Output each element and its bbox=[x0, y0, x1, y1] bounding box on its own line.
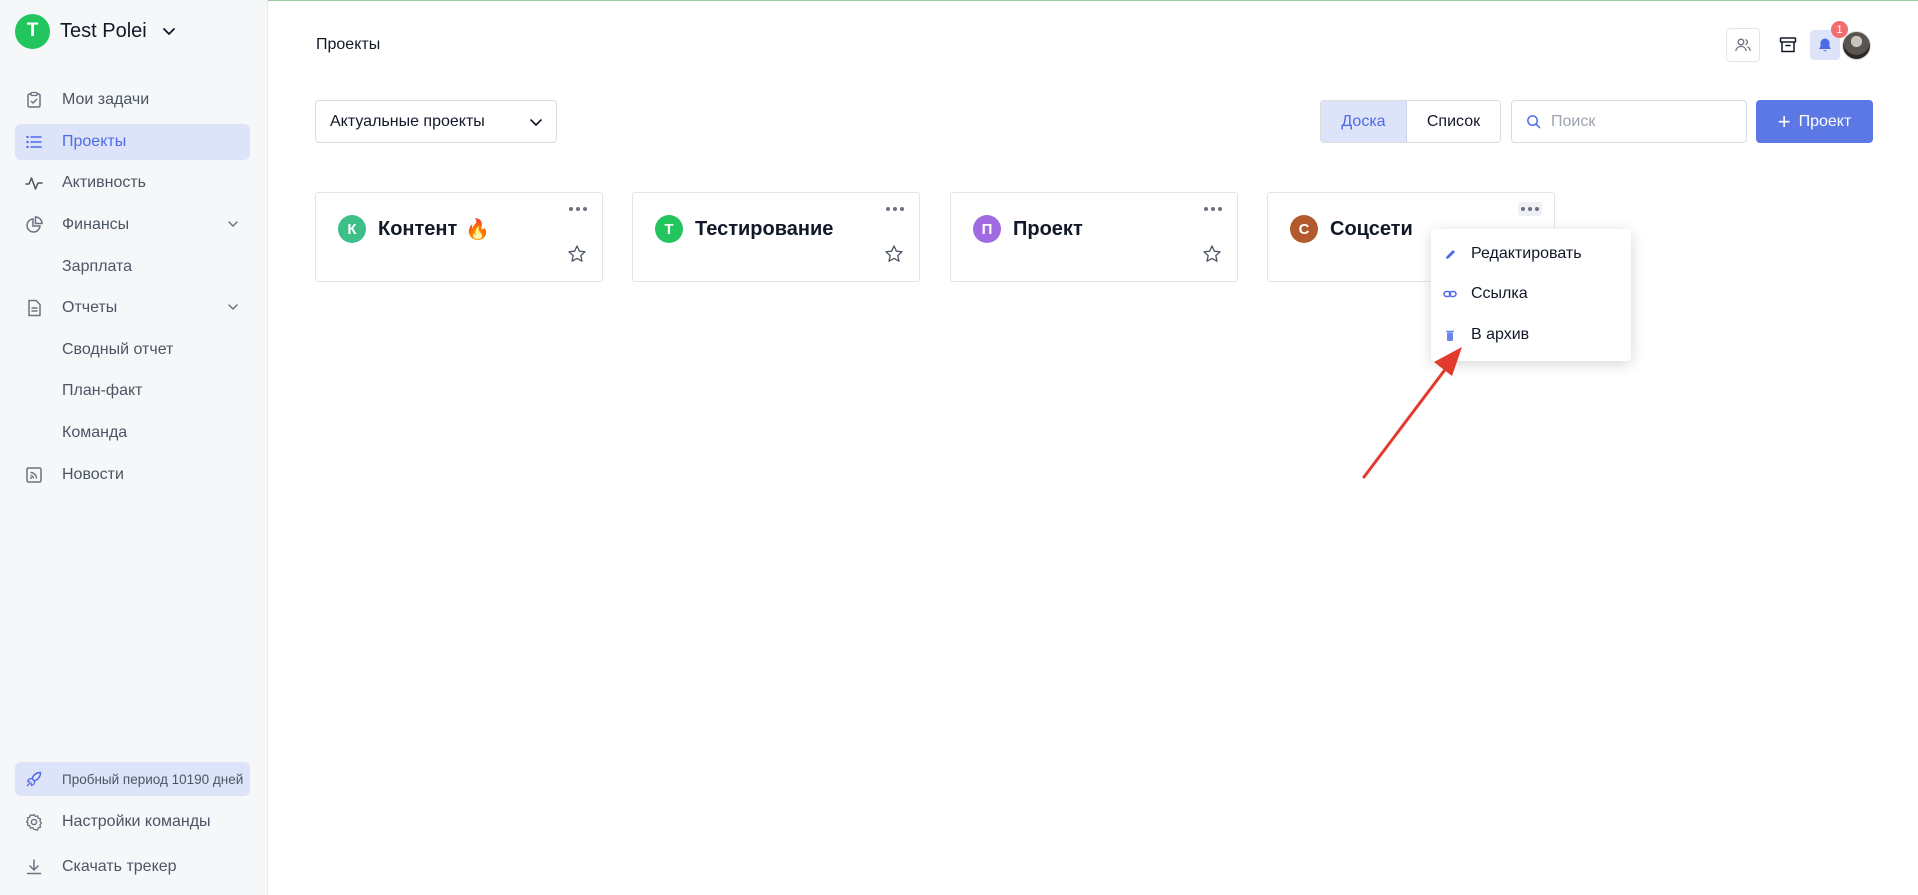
more-horizontal-icon bbox=[1204, 207, 1222, 211]
sidebar-item-team[interactable]: Команда bbox=[62, 418, 127, 448]
activity-icon bbox=[24, 173, 44, 193]
list-icon bbox=[24, 132, 44, 152]
sidebar-item-label: Финансы bbox=[62, 216, 130, 233]
download-icon bbox=[24, 857, 44, 877]
project-card[interactable]: П Проект bbox=[950, 192, 1238, 282]
view-board-button[interactable]: Доска bbox=[1321, 101, 1407, 142]
project-title: Контент 🔥 bbox=[378, 215, 490, 243]
link-icon bbox=[1443, 287, 1457, 301]
project-filter-value: Актуальные проекты bbox=[330, 112, 485, 130]
project-avatar: К bbox=[338, 215, 366, 243]
project-filter-select[interactable]: Актуальные проекты bbox=[315, 100, 557, 143]
sidebar-item-summary-report[interactable]: Сводный отчет bbox=[62, 335, 173, 365]
bell-icon bbox=[1819, 38, 1831, 52]
sidebar-item-team-settings[interactable]: Настройки команды bbox=[15, 804, 250, 840]
user-avatar[interactable] bbox=[1842, 30, 1871, 60]
more-horizontal-icon bbox=[569, 207, 587, 211]
sidebar-item-salary[interactable]: Зарплата bbox=[62, 252, 132, 282]
team-name: Test Polei bbox=[60, 19, 147, 42]
archive-icon bbox=[1779, 37, 1797, 53]
more-options-button[interactable] bbox=[883, 202, 907, 216]
archive-button[interactable] bbox=[1774, 28, 1802, 62]
project-card[interactable]: К Контент 🔥 bbox=[315, 192, 603, 282]
gear-icon bbox=[24, 812, 44, 832]
sidebar-item-download-tracker[interactable]: Скачать трекер bbox=[15, 849, 250, 885]
more-horizontal-icon bbox=[886, 207, 904, 211]
menu-item-link[interactable]: Ссылка bbox=[1431, 277, 1631, 311]
sidebar-item-finance[interactable]: Финансы bbox=[15, 207, 250, 243]
menu-item-edit[interactable]: Редактировать bbox=[1431, 237, 1631, 271]
project-title: Соцсети bbox=[1330, 215, 1413, 243]
more-options-button[interactable] bbox=[1201, 202, 1225, 216]
sidebar-item-activity[interactable]: Активность bbox=[15, 165, 250, 201]
team-switcher[interactable]: T Test Polei bbox=[15, 13, 177, 49]
sidebar-item-reports[interactable]: Отчеты bbox=[15, 290, 250, 326]
view-list-button[interactable]: Список bbox=[1407, 101, 1500, 142]
sidebar-item-label: Активность bbox=[62, 174, 147, 191]
chevron-down-icon bbox=[162, 28, 175, 35]
rss-icon bbox=[24, 465, 44, 485]
project-avatar: С bbox=[1290, 215, 1318, 243]
star-icon[interactable] bbox=[1202, 244, 1222, 264]
menu-item-label: Редактировать bbox=[1471, 245, 1582, 262]
project-name: Соцсети bbox=[1330, 217, 1413, 240]
chevron-down-icon bbox=[228, 304, 238, 311]
menu-item-archive[interactable]: В архив bbox=[1431, 318, 1631, 352]
more-options-button[interactable] bbox=[1518, 202, 1542, 216]
pie-chart-icon bbox=[24, 215, 44, 235]
sidebar-item-label: Мои задачи bbox=[62, 91, 150, 108]
trash-icon bbox=[1443, 328, 1457, 342]
chevron-down-icon bbox=[228, 221, 238, 228]
sidebar-item-label: Скачать трекер bbox=[62, 858, 177, 875]
users-icon bbox=[1735, 38, 1751, 52]
search-box bbox=[1511, 100, 1747, 143]
project-avatar: Т bbox=[655, 215, 683, 243]
search-input[interactable] bbox=[1551, 112, 1731, 131]
project-name: Проект bbox=[1013, 217, 1083, 240]
clipboard-check-icon bbox=[24, 90, 44, 110]
sidebar: T Test Polei Мои задачи Проекты Активнос… bbox=[0, 0, 268, 895]
project-avatar: П bbox=[973, 215, 1001, 243]
menu-item-label: В архив bbox=[1471, 326, 1530, 343]
team-avatar: T bbox=[15, 13, 50, 49]
sidebar-item-plan-fact[interactable]: План-факт bbox=[62, 376, 142, 406]
chevron-down-icon bbox=[530, 119, 542, 126]
trial-label: Пробный период 10190 дней bbox=[62, 771, 244, 787]
sidebar-item-my-tasks[interactable]: Мои задачи bbox=[15, 82, 250, 118]
more-horizontal-icon bbox=[1521, 207, 1539, 211]
project-card[interactable]: Т Тестирование bbox=[632, 192, 920, 282]
sidebar-item-news[interactable]: Новости bbox=[15, 457, 250, 493]
notifications-button[interactable]: 1 bbox=[1810, 21, 1848, 60]
view-toggle: Доска Список bbox=[1320, 100, 1501, 143]
plus-icon: + bbox=[1777, 108, 1791, 134]
menu-item-label: Ссылка bbox=[1471, 285, 1528, 302]
add-project-button[interactable]: + Проект bbox=[1756, 100, 1873, 143]
project-title: Проект bbox=[1013, 215, 1083, 243]
pencil-icon bbox=[1443, 247, 1457, 261]
more-options-button[interactable] bbox=[566, 202, 590, 216]
top-border bbox=[0, 0, 1918, 1]
fire-emoji: 🔥 bbox=[465, 218, 491, 241]
add-project-label: Проект bbox=[1798, 112, 1852, 130]
header-actions: 1 bbox=[1726, 21, 1871, 62]
notification-badge: 1 bbox=[1831, 21, 1848, 38]
sidebar-item-label: Проекты bbox=[62, 133, 127, 150]
sidebar-item-projects[interactable]: Проекты bbox=[15, 124, 250, 160]
sidebar-item-label: Настройки команды bbox=[62, 813, 211, 830]
team-members-button[interactable] bbox=[1726, 28, 1760, 62]
project-name: Тестирование bbox=[695, 217, 834, 240]
star-icon[interactable] bbox=[567, 244, 587, 264]
project-name: Контент bbox=[378, 217, 458, 240]
rocket-icon bbox=[24, 769, 44, 789]
page-title: Проекты bbox=[316, 36, 381, 53]
search-icon bbox=[1527, 115, 1541, 129]
project-title: Тестирование bbox=[695, 215, 833, 243]
star-icon[interactable] bbox=[884, 244, 904, 264]
sidebar-item-label: Отчеты bbox=[62, 299, 118, 316]
project-context-menu: Редактировать Ссылка В архив bbox=[1431, 229, 1631, 361]
trial-banner[interactable]: Пробный период 10190 дней bbox=[15, 762, 250, 796]
sidebar-item-label: Новости bbox=[62, 466, 124, 483]
document-icon bbox=[24, 298, 44, 318]
